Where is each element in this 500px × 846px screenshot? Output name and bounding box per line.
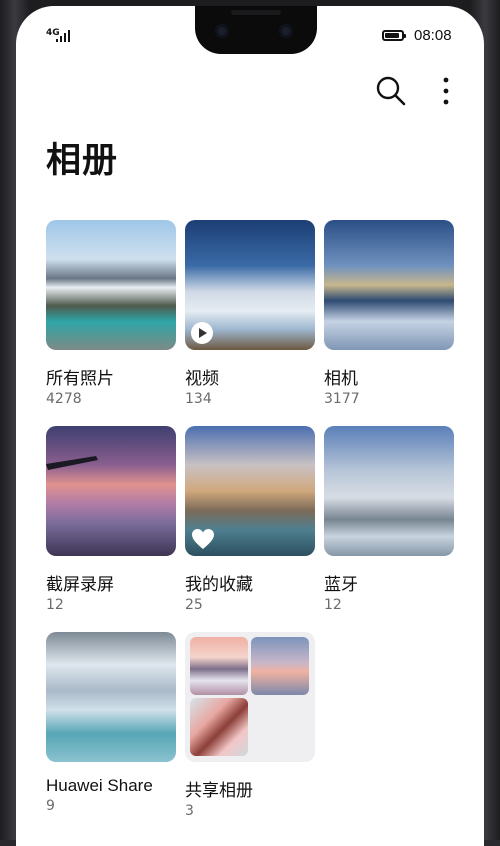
screen: 4G 08:08 相册 所有照片 4278 视频 134 相机 3177 截屏录…	[16, 6, 484, 846]
album-count: 134	[185, 391, 212, 407]
album-thumbnail	[324, 426, 454, 556]
more-options-button[interactable]	[436, 76, 456, 106]
album-count: 12	[46, 597, 64, 613]
album-camera[interactable]: 相机 3177	[324, 220, 454, 407]
album-favorites[interactable]: 我的收藏 25	[185, 426, 315, 613]
album-count: 9	[46, 798, 55, 814]
shared-photo-thumbnail	[190, 637, 248, 695]
album-name: 截屏录屏	[46, 575, 114, 595]
album-huawei-share[interactable]: Huawei Share 9	[46, 632, 176, 814]
album-thumbnail	[185, 220, 315, 350]
notch	[195, 6, 317, 54]
album-count: 3177	[324, 391, 360, 407]
battery-icon	[382, 30, 406, 41]
album-name: 所有照片	[46, 369, 114, 389]
page-title: 相册	[46, 141, 119, 181]
play-icon	[191, 322, 213, 344]
shared-photo-thumbnail	[251, 637, 309, 695]
album-name: Huawei Share	[46, 776, 153, 795]
album-name: 共享相册	[185, 781, 253, 801]
album-thumbnail	[185, 426, 315, 556]
album-thumbnail	[324, 220, 454, 350]
album-all-photos[interactable]: 所有照片 4278	[46, 220, 176, 407]
signal-icon	[56, 30, 70, 42]
album-count: 12	[324, 597, 342, 613]
album-name: 视频	[185, 369, 219, 389]
album-name: 蓝牙	[324, 575, 358, 595]
front-sensor	[279, 24, 293, 38]
album-bluetooth[interactable]: 蓝牙 12	[324, 426, 454, 613]
front-camera	[215, 24, 229, 38]
album-count: 3	[185, 803, 194, 819]
album-thumbnail	[46, 220, 176, 350]
album-videos[interactable]: 视频 134	[185, 220, 315, 407]
album-count: 25	[185, 597, 203, 613]
album-thumbnail	[46, 426, 176, 556]
shared-photo-thumbnail	[190, 698, 248, 756]
heart-icon	[192, 529, 214, 549]
clock: 08:08	[414, 27, 452, 44]
album-name: 我的收藏	[185, 575, 253, 595]
airplane-wing-image	[46, 456, 98, 470]
album-thumbnail	[46, 632, 176, 762]
search-button[interactable]	[374, 74, 408, 108]
album-thumbnail	[185, 632, 315, 762]
album-count: 4278	[46, 391, 82, 407]
phone-frame: 4G 08:08 相册 所有照片 4278 视频 134 相机 3177 截屏录…	[0, 0, 500, 846]
search-icon	[376, 76, 406, 106]
more-vertical-icon	[443, 77, 449, 105]
album-screenshots[interactable]: 截屏录屏 12	[46, 426, 176, 613]
album-shared[interactable]: 共享相册 3	[185, 632, 315, 819]
album-name: 相机	[324, 369, 358, 389]
earpiece	[231, 10, 281, 15]
